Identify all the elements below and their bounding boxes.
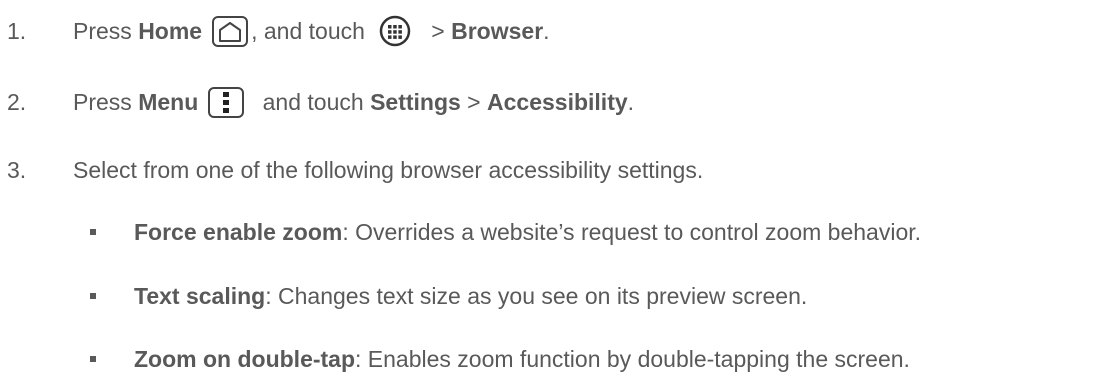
- bullet-icon: [90, 229, 96, 235]
- settings-label: Settings: [370, 89, 461, 115]
- option-description: : Enables zoom function by double-tappin…: [355, 346, 910, 372]
- option-item: Force enable zoom: Overrides a website’s…: [0, 217, 1114, 247]
- bullet-icon: [90, 293, 96, 299]
- apps-icon: [379, 15, 411, 47]
- option-item: Zoom on double-tap: Enables zoom functio…: [0, 344, 1114, 374]
- step-text: Select from one of the following browser…: [73, 157, 704, 183]
- option-description: : Overrides a website’s request to contr…: [342, 219, 922, 245]
- option-name: Text scaling: [134, 283, 266, 309]
- step-2: 2. Press Menu and touch Settings > Acces…: [7, 86, 1107, 118]
- home-key-label: Home: [138, 18, 203, 44]
- option-description: : Changes text size as you see on its pr…: [265, 283, 808, 309]
- step-text: Press Home , and touch > Browser .: [73, 15, 550, 47]
- accessibility-label: Accessibility: [487, 89, 628, 115]
- menu-icon: [208, 86, 245, 118]
- step-3: 3. Select from one of the following brow…: [7, 155, 1107, 185]
- option-name: Force enable zoom: [134, 219, 343, 245]
- step-number: 1.: [7, 18, 27, 44]
- option-item: Text scaling: Changes text size as you s…: [0, 281, 1114, 311]
- browser-label: Browser: [451, 18, 544, 44]
- step-number: 3.: [7, 157, 27, 183]
- option-name: Zoom on double-tap: [134, 346, 356, 372]
- step-text: Press Menu and touch Settings > Accessib…: [73, 86, 634, 118]
- menu-key-label: Menu: [138, 89, 199, 115]
- bullet-icon: [90, 356, 96, 362]
- step-number: 2.: [7, 89, 27, 115]
- home-icon: [212, 15, 249, 47]
- step-1: 1. Press Home , and touch > Browser .: [7, 15, 1107, 47]
